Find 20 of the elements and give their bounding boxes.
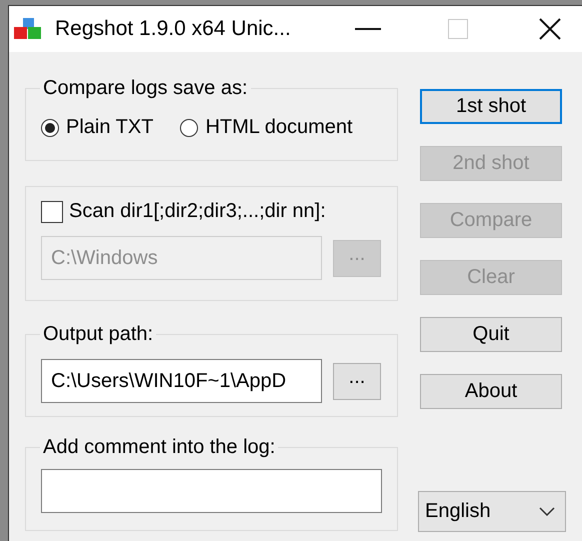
chevron-icon <box>539 507 555 516</box>
radio-button[interactable] <box>41 118 59 136</box>
radio-label[interactable]: HTML document <box>205 116 353 139</box>
close-icon[interactable] <box>539 18 561 40</box>
action-button[interactable]: Quit <box>420 317 562 352</box>
radio-label[interactable]: Plain TXT <box>66 116 154 139</box>
window-title: Regshot 1.9.0 x64 Unic... <box>55 17 291 41</box>
comment-field[interactable] <box>41 469 382 513</box>
action-button[interactable]: 1st shot <box>420 89 562 124</box>
group-label: Output path: <box>42 322 154 346</box>
path-field[interactable]: C:\Users\WIN10F~1\AppD <box>41 359 322 403</box>
action-button[interactable]: About <box>420 374 562 409</box>
checkbox-label[interactable]: Scan dir1[;dir2;dir3;...;dir nn]: <box>69 200 326 223</box>
group-label: Add comment into the log: <box>42 435 276 459</box>
browse-button[interactable]: ... <box>333 362 381 400</box>
group-label: Compare logs save as: <box>42 76 249 100</box>
language-dropdown[interactable]: English <box>418 491 566 532</box>
cubes-icon <box>14 18 42 40</box>
radio-button[interactable] <box>180 118 198 136</box>
checkbox[interactable] <box>41 200 63 222</box>
